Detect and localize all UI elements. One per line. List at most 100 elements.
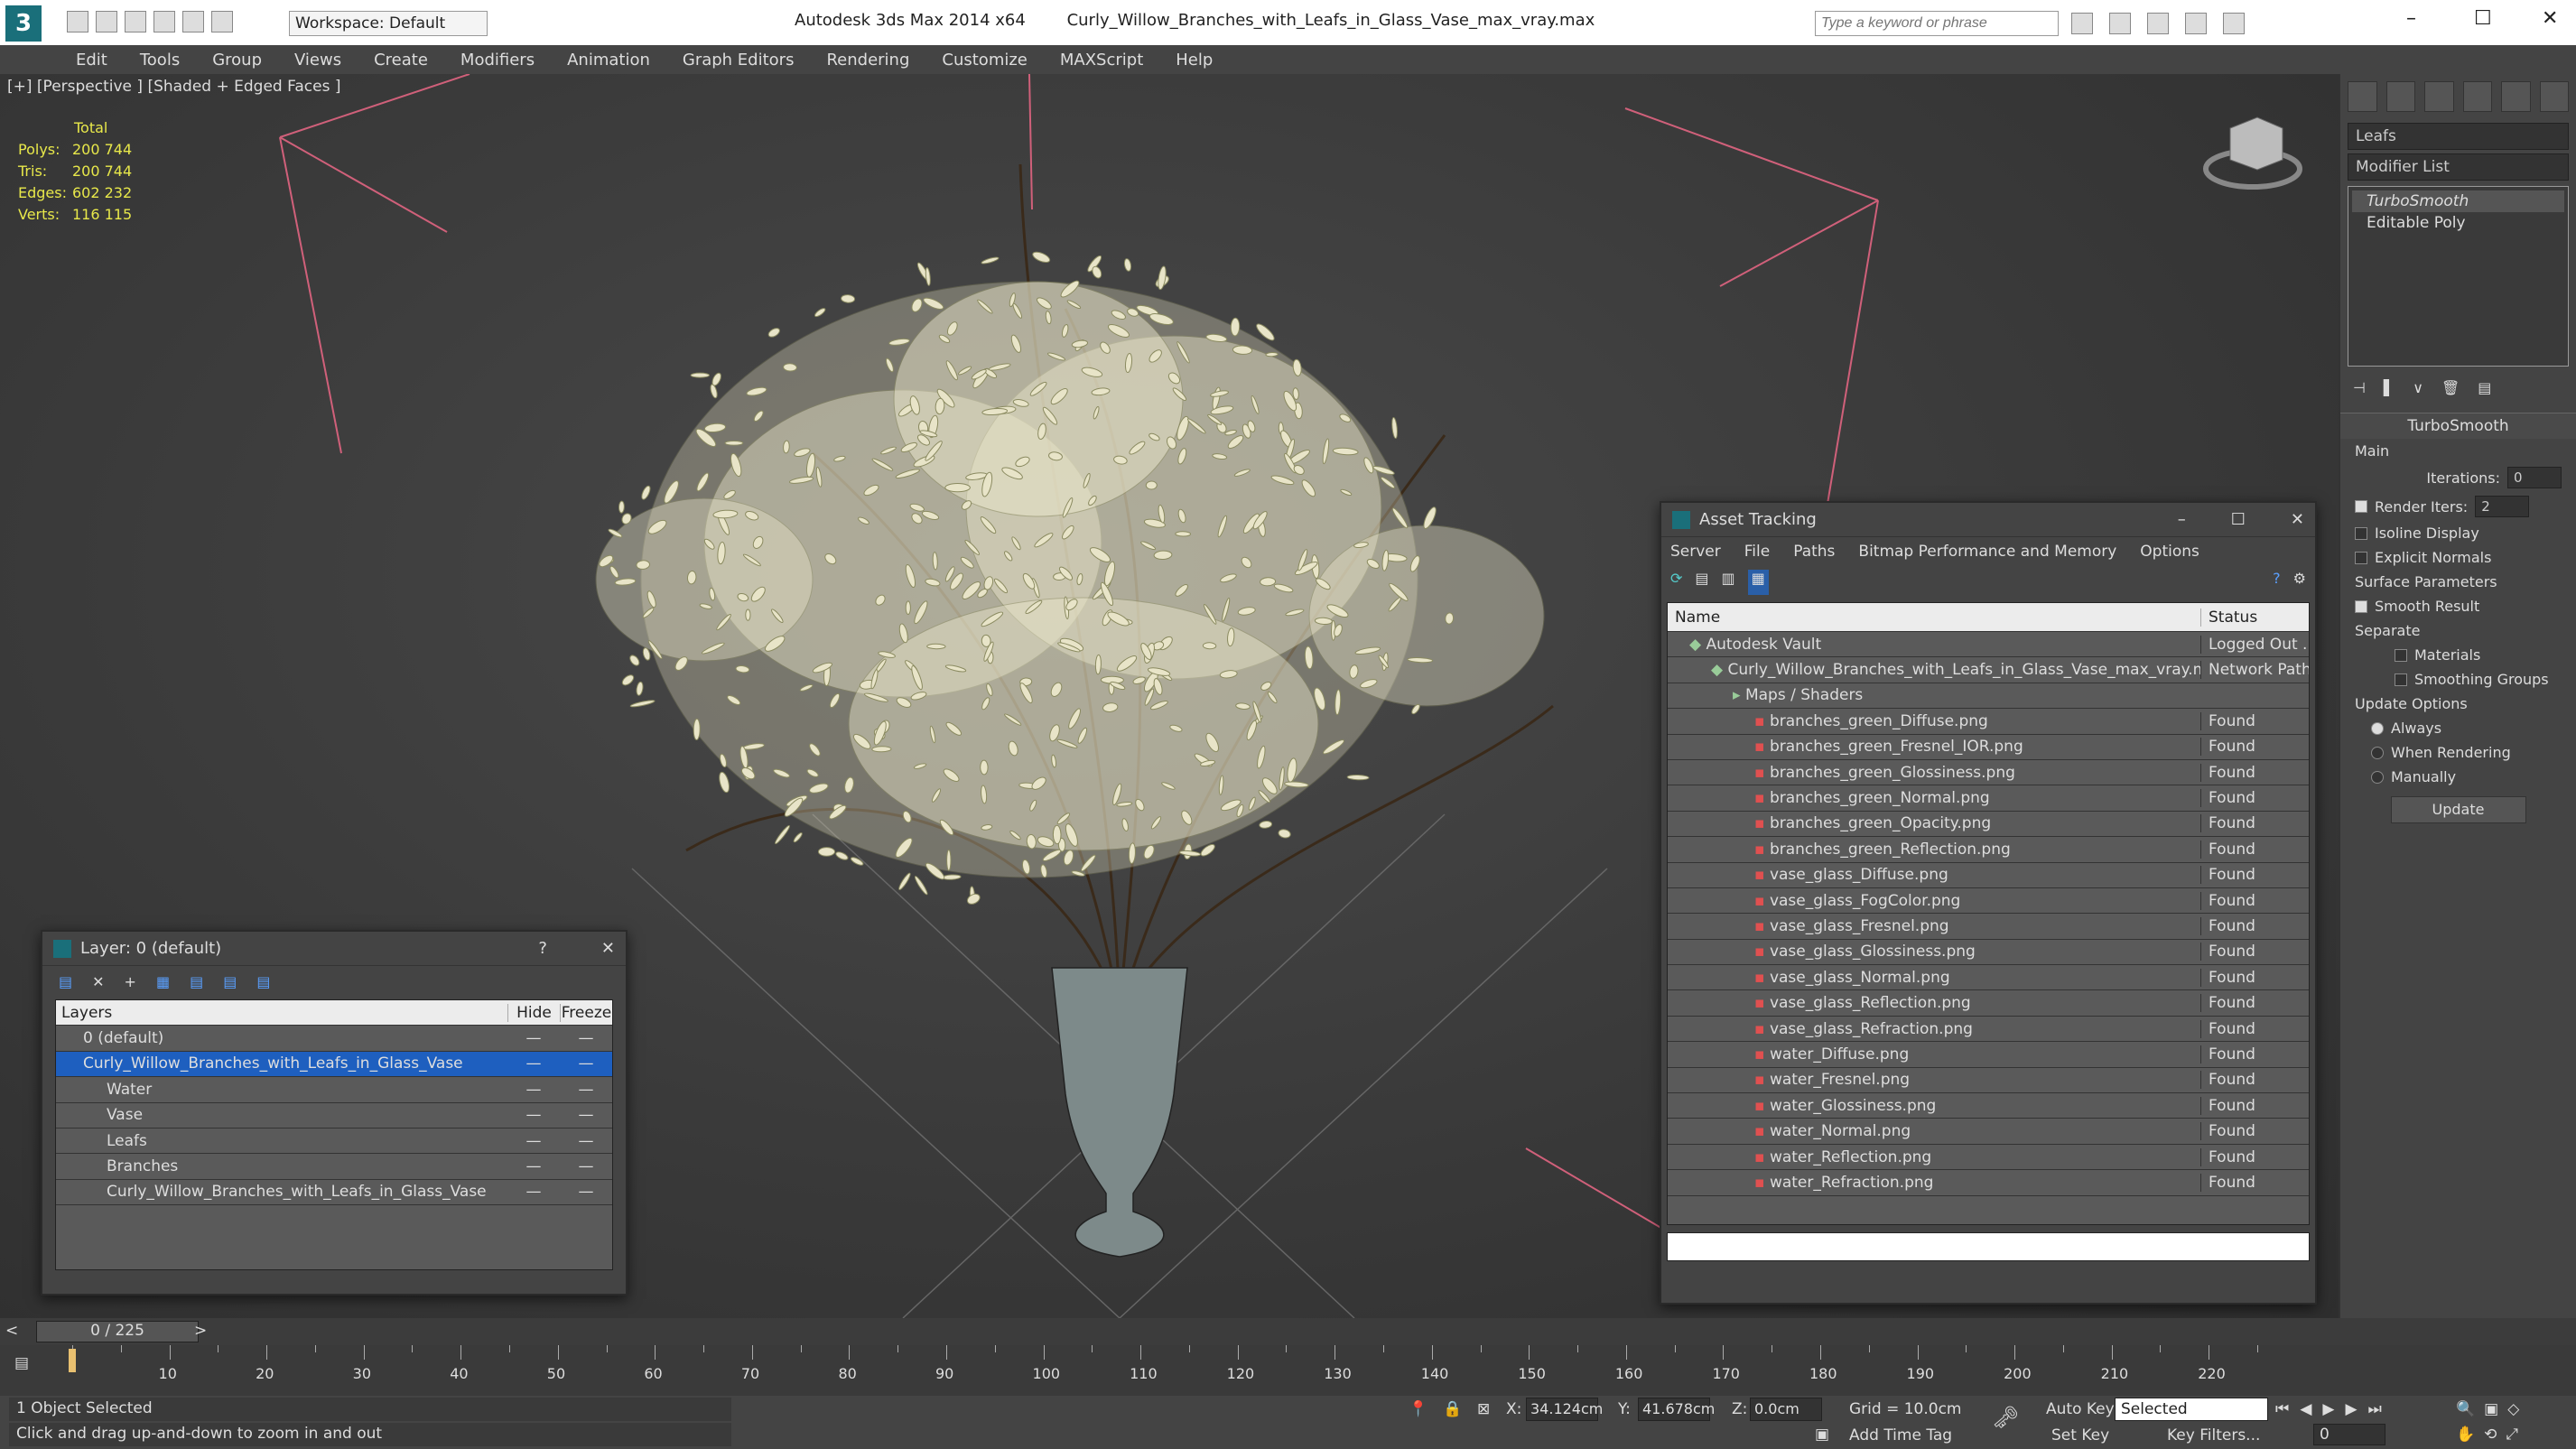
always-radio[interactable]	[2371, 721, 2384, 735]
prev-key-icon[interactable]: ◀	[2300, 1400, 2311, 1418]
select-in-layer-icon[interactable]: ▦	[156, 973, 170, 990]
save-file-icon[interactable]	[125, 11, 146, 33]
delete-layer-icon[interactable]: ✕	[92, 973, 104, 990]
asset-row[interactable]: ▪ water_Glossiness.png Found	[1668, 1093, 2309, 1119]
asset-dialog-titlebar[interactable]: Asset Tracking – ☐ ✕	[1661, 503, 2315, 537]
open-file-icon[interactable]	[96, 11, 117, 33]
asset-row[interactable]: ▪ vase_glass_Refraction.png Found	[1668, 1017, 2309, 1043]
hide-toggle[interactable]: —	[507, 1132, 560, 1150]
asset-menu-options[interactable]: Options	[2140, 543, 2199, 561]
asset-row[interactable]: ▸ Maps / Shaders	[1668, 683, 2309, 710]
create-layer-icon[interactable]: ▤	[59, 973, 72, 990]
layer-row[interactable]: Curly_Willow_Branches_with_Leafs_in_Glas…	[56, 1180, 612, 1206]
x-coordinate-field[interactable]: 34.124cm	[1526, 1398, 1603, 1421]
stack-item-turbosmooth[interactable]: TurboSmooth	[2352, 190, 2564, 212]
iterations-spinner[interactable]: 0	[2507, 467, 2562, 488]
asset-menu-bitmap-performance-and-memory[interactable]: Bitmap Performance and Memory	[1858, 543, 2116, 561]
current-frame-field[interactable]: 0	[2313, 1424, 2385, 1445]
absolute-mode-icon[interactable]: ⊠	[1477, 1400, 1490, 1418]
menu-help[interactable]: Help	[1176, 51, 1213, 70]
col-layers[interactable]: Layers	[56, 1004, 507, 1022]
asset-row[interactable]: ◆ Autodesk Vault Logged Out ...	[1668, 632, 2309, 658]
freeze-toggle[interactable]: —	[560, 1157, 612, 1175]
workspace-dropdown[interactable]: Workspace: Default	[289, 11, 488, 36]
menu-graph-editors[interactable]: Graph Editors	[683, 51, 795, 70]
layer-row[interactable]: Water — —	[56, 1077, 612, 1103]
modify-tab-icon[interactable]	[2385, 81, 2415, 112]
goto-start-icon[interactable]: ⏮	[2275, 1400, 2289, 1418]
maximize-icon[interactable]: ☐	[2231, 510, 2246, 529]
app-logo-icon[interactable]: 3	[5, 5, 42, 42]
hide-toggle[interactable]: —	[507, 1157, 560, 1175]
z-coordinate-field[interactable]: 0.0cm	[1750, 1398, 1822, 1421]
create-tab-icon[interactable]	[2348, 81, 2377, 112]
close-icon[interactable]: ✕	[601, 939, 615, 958]
menu-maxscript[interactable]: MAXScript	[1060, 51, 1143, 70]
asset-row[interactable]: ▪ vase_glass_Reflection.png Found	[1668, 990, 2309, 1017]
asset-path-field[interactable]	[1667, 1232, 2310, 1261]
smoothing-groups-checkbox[interactable]	[2395, 673, 2407, 686]
auto-key-button[interactable]: Auto Key	[2046, 1400, 2115, 1418]
add-to-layer-icon[interactable]: +	[125, 973, 136, 990]
minimize-button[interactable]: –	[2406, 7, 2416, 30]
asset-row[interactable]: ▪ water_Diffuse.png Found	[1668, 1042, 2309, 1068]
set-key-button[interactable]: Set Key	[2051, 1426, 2109, 1444]
object-name-field[interactable]: Leafs	[2348, 123, 2569, 150]
close-icon[interactable]: ✕	[2291, 510, 2304, 529]
when-rendering-radio[interactable]	[2371, 746, 2384, 759]
asset-row[interactable]: ▪ branches_green_Reflection.png Found	[1668, 837, 2309, 863]
freeze-toggle[interactable]: —	[560, 1029, 612, 1047]
asset-row[interactable]: ◆ Curly_Willow_Branches_with_Leafs_in_Gl…	[1668, 657, 2309, 683]
key-filters-button[interactable]: Key Filters...	[2167, 1426, 2260, 1444]
zoom-icon[interactable]: 🔍	[2456, 1400, 2475, 1418]
col-freeze[interactable]: Freeze	[560, 1003, 612, 1022]
freeze-toggle[interactable]: —	[560, 1054, 612, 1073]
menu-views[interactable]: Views	[294, 51, 341, 70]
make-unique-icon[interactable]: ∨	[2413, 379, 2423, 396]
menu-group[interactable]: Group	[212, 51, 262, 70]
menu-create[interactable]: Create	[374, 51, 428, 70]
freeze-toggle[interactable]: —	[560, 1132, 612, 1150]
menu-customize[interactable]: Customize	[942, 51, 1027, 70]
utilities-tab-icon[interactable]	[2539, 81, 2569, 112]
menu-rendering[interactable]: Rendering	[826, 51, 909, 70]
help-icon[interactable]: ?	[2273, 570, 2281, 595]
asset-menu-paths[interactable]: Paths	[1793, 543, 1835, 561]
menu-modifiers[interactable]: Modifiers	[460, 51, 535, 70]
asset-row[interactable]: ▪ vase_glass_Glossiness.png Found	[1668, 940, 2309, 966]
update-button[interactable]: Update	[2390, 796, 2526, 823]
list-view-icon[interactable]: ▤	[1695, 570, 1708, 595]
asset-row[interactable]: ▪ branches_green_Glossiness.png Found	[1668, 760, 2309, 786]
isoline-checkbox[interactable]	[2355, 526, 2367, 540]
play-icon[interactable]: ▶	[2322, 1400, 2334, 1418]
next-key-icon[interactable]: ▶	[2345, 1400, 2357, 1418]
render-iters-checkbox[interactable]	[2355, 500, 2367, 513]
project-folder-icon[interactable]	[211, 11, 233, 33]
freeze-toggle[interactable]: —	[560, 1106, 612, 1124]
menu-animation[interactable]: Animation	[567, 51, 650, 70]
col-name[interactable]: Name	[1668, 608, 2200, 627]
layer-row[interactable]: Branches — —	[56, 1154, 612, 1180]
menu-edit[interactable]: Edit	[76, 51, 107, 70]
redo-icon[interactable]	[182, 11, 204, 33]
show-end-result-icon[interactable]: ▌	[2384, 379, 2395, 396]
goto-end-icon[interactable]: ⏭	[2368, 1400, 2382, 1418]
display-tab-icon[interactable]	[2501, 81, 2531, 112]
col-hide[interactable]: Hide	[507, 1003, 560, 1022]
layer-row[interactable]: 0 (default) — —	[56, 1026, 612, 1052]
highlight-layer-icon[interactable]: ▤	[190, 973, 203, 990]
subscription-icon[interactable]	[2109, 13, 2131, 34]
render-iters-spinner[interactable]: 2	[2475, 496, 2530, 517]
col-status[interactable]: Status	[2200, 608, 2309, 627]
asset-row[interactable]: ▪ branches_green_Diffuse.png Found	[1668, 709, 2309, 735]
add-time-tag[interactable]: Add Time Tag	[1849, 1426, 1952, 1444]
hide-all-layers-icon[interactable]: ▤	[223, 973, 237, 990]
asset-row[interactable]: ▪ water_Refraction.png Found	[1668, 1170, 2309, 1196]
time-tag-icon[interactable]: ▣	[1815, 1426, 1829, 1444]
asset-row[interactable]: ▪ branches_green_Opacity.png Found	[1668, 812, 2309, 838]
layer-row[interactable]: Leafs — —	[56, 1129, 612, 1155]
asset-row[interactable]: ▪ vase_glass_Normal.png Found	[1668, 965, 2309, 991]
asset-row[interactable]: ▪ vase_glass_FogColor.png Found	[1668, 888, 2309, 915]
layer-dialog-titlebar[interactable]: Layer: 0 (default) ? ✕	[42, 932, 626, 966]
binoculars-icon[interactable]	[2071, 13, 2093, 34]
